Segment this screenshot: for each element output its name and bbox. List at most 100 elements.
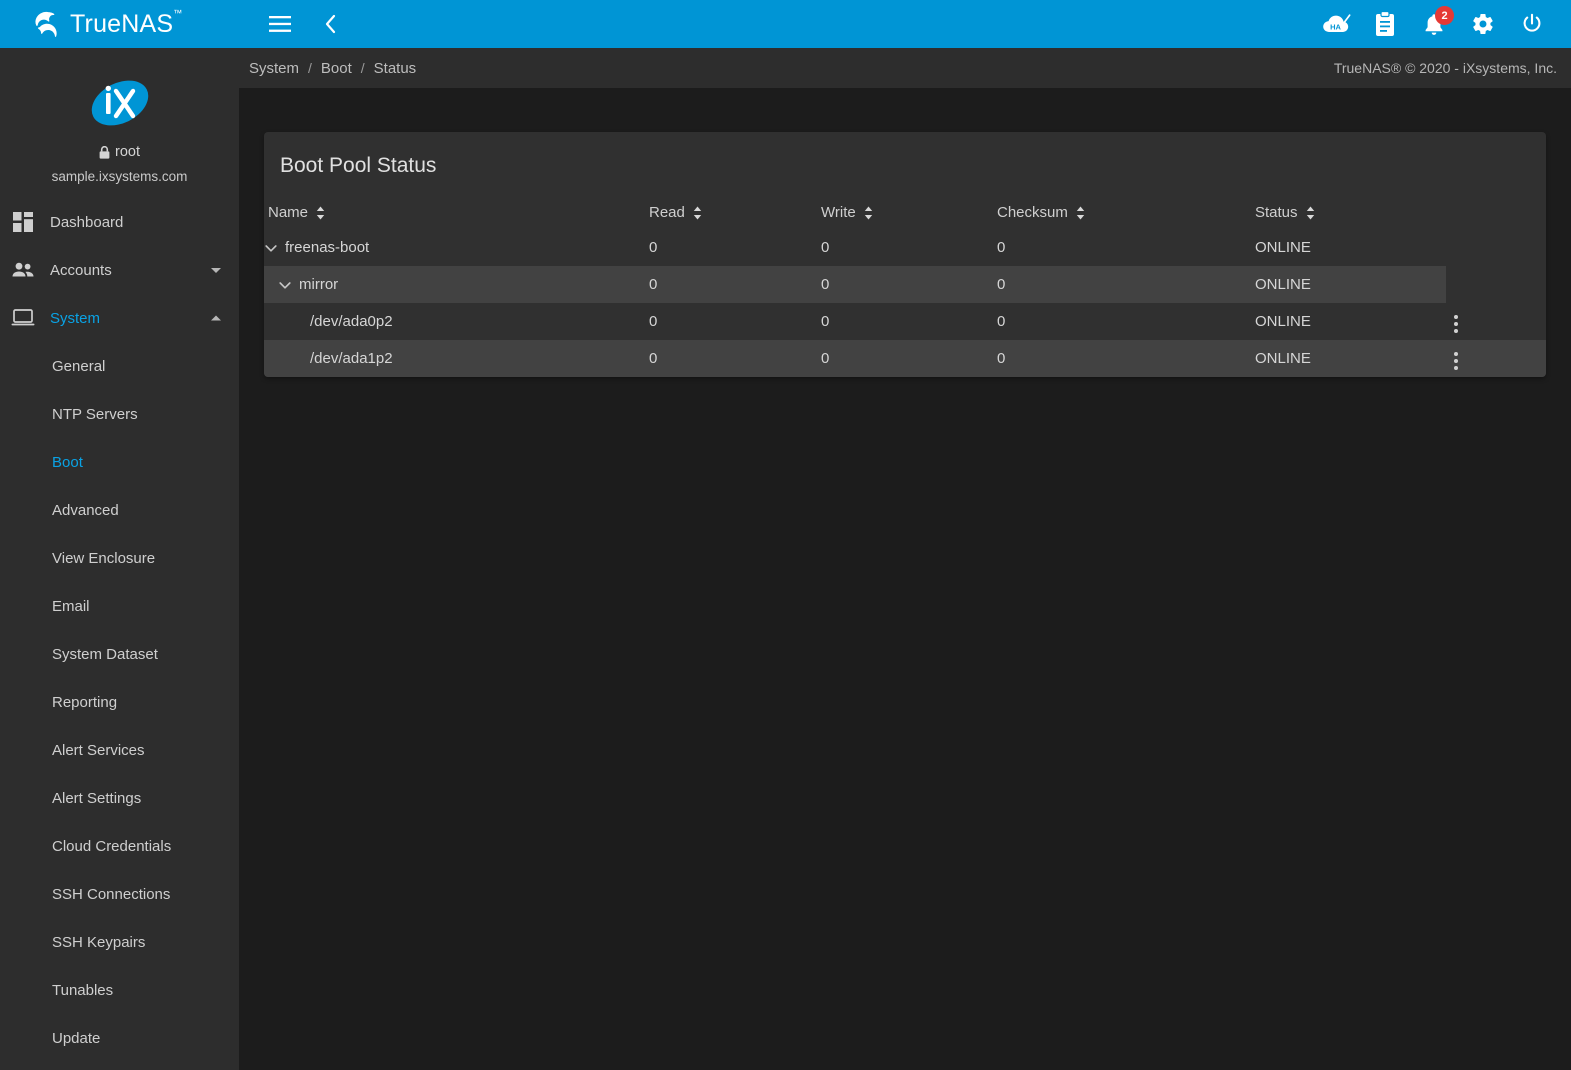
row-actions-menu-icon[interactable] [1446, 311, 1466, 337]
cell-actions [1446, 340, 1546, 377]
cell-actions [1446, 303, 1546, 340]
sidebar-item-ssh-connections[interactable]: SSH Connections [0, 870, 239, 918]
boot-pool-status-card: Boot Pool Status Name [264, 132, 1546, 377]
notifications-button[interactable]: 2 [1417, 7, 1451, 41]
sidebar-item-ssh-connections-label: SSH Connections [52, 886, 170, 903]
cell-name: freenas-boot [264, 229, 649, 266]
boot-pool-status-table: Name Read [264, 198, 1546, 377]
sidebar-item-dashboard[interactable]: Dashboard [0, 198, 239, 246]
truenas-wave-logo-icon [30, 9, 60, 39]
clipboard-tasks-icon[interactable] [1368, 7, 1402, 41]
ha-cloud-status-icon[interactable]: HA [1319, 7, 1353, 41]
cell-checksum: 0 [997, 229, 1255, 266]
sidebar-item-ntp-servers[interactable]: NTP Servers [0, 390, 239, 438]
column-header-name-label: Name [268, 204, 308, 221]
column-header-actions [1446, 198, 1546, 229]
name-cell: /dev/ada0p2 [264, 313, 649, 330]
cell-write: 0 [821, 340, 997, 377]
sidebar-item-alert-settings[interactable]: Alert Settings [0, 774, 239, 822]
breadcrumb-separator: / [361, 60, 365, 76]
column-header-name[interactable]: Name [264, 198, 649, 229]
status-badge: ONLINE [1255, 303, 1446, 340]
dashboard-grid-icon [10, 212, 36, 232]
cell-read: 0 [649, 340, 821, 377]
sort-arrows-icon [316, 206, 325, 220]
sidebar-item-reporting-label: Reporting [52, 694, 117, 711]
chevron-down-icon[interactable] [278, 278, 292, 292]
laptop-icon [10, 309, 36, 327]
breadcrumb-bar: System / Boot / Status TrueNAS® © 2020 -… [239, 48, 1571, 88]
sidebar-item-cloud-credentials[interactable]: Cloud Credentials [0, 822, 239, 870]
sort-arrows-icon [693, 206, 702, 220]
sidebar-item-tunables[interactable]: Tunables [0, 966, 239, 1014]
table-row[interactable]: /dev/ada1p2 0 0 0 ONLINE [264, 340, 1546, 377]
chevron-up-icon [209, 311, 223, 325]
sidebar-item-email[interactable]: Email [0, 582, 239, 630]
sidebar-hostname: sample.ixsystems.com [0, 169, 239, 184]
row-actions-menu-icon[interactable] [1446, 348, 1466, 374]
column-header-write[interactable]: Write [821, 198, 997, 229]
row-name-label: /dev/ada0p2 [310, 313, 393, 330]
sidebar-item-email-label: Email [52, 598, 90, 615]
breadcrumb-item-status: Status [374, 60, 417, 77]
app-body: root sample.ixsystems.com Dashboard Acco… [0, 48, 1571, 1070]
top-bar: TrueNAS™ HA [0, 0, 1571, 48]
gear-settings-icon[interactable] [1466, 7, 1500, 41]
status-badge: ONLINE [1255, 229, 1446, 266]
table-row[interactable]: freenas-boot 0 0 0 ONLINE [264, 229, 1546, 266]
brand-logo-area[interactable]: TrueNAS™ [0, 0, 239, 48]
sidebar-item-system-label: System [50, 310, 195, 327]
breadcrumb: System / Boot / Status [249, 60, 416, 77]
brand-name-text: TrueNAS [70, 10, 173, 38]
sidebar-item-alert-services-label: Alert Services [52, 742, 145, 759]
column-header-read[interactable]: Read [649, 198, 821, 229]
sidebar-item-general-label: General [52, 358, 105, 375]
cell-actions [1446, 266, 1546, 303]
sidebar-item-update[interactable]: Update [0, 1014, 239, 1062]
sidebar-item-alert-services[interactable]: Alert Services [0, 726, 239, 774]
sidebar-item-boot[interactable]: Boot [0, 438, 239, 486]
sidebar-item-view-enclosure-label: View Enclosure [52, 550, 155, 567]
cell-read: 0 [649, 229, 821, 266]
sidebar-item-general[interactable]: General [0, 342, 239, 390]
status-badge: ONLINE [1255, 266, 1446, 303]
chevron-down-icon [209, 263, 223, 277]
sidebar-item-boot-label: Boot [52, 454, 83, 471]
sort-arrows-icon [1076, 206, 1085, 220]
hamburger-menu-icon[interactable] [263, 7, 297, 41]
notification-bell-icon: 2 [1423, 12, 1445, 36]
column-header-status-label: Status [1255, 204, 1298, 221]
breadcrumb-item-system[interactable]: System [249, 60, 299, 77]
sidebar-item-dashboard-label: Dashboard [50, 214, 223, 231]
cell-read: 0 [649, 303, 821, 340]
copyright-text: TrueNAS® © 2020 - iXsystems, Inc. [1334, 60, 1557, 76]
sidebar-item-view-enclosure[interactable]: View Enclosure [0, 534, 239, 582]
table-row[interactable]: /dev/ada0p2 0 0 0 ONLINE [264, 303, 1546, 340]
table-row[interactable]: mirror 0 0 0 ONLINE [264, 266, 1546, 303]
column-header-status[interactable]: Status [1255, 198, 1446, 229]
sidebar-item-system-dataset[interactable]: System Dataset [0, 630, 239, 678]
chevron-down-icon[interactable] [264, 241, 278, 255]
cell-name: /dev/ada1p2 [264, 340, 649, 377]
sidebar-item-ssh-keypairs-label: SSH Keypairs [52, 934, 145, 951]
sidebar-item-system[interactable]: System [0, 294, 239, 342]
column-header-checksum[interactable]: Checksum [997, 198, 1255, 229]
column-header-write-label: Write [821, 204, 856, 221]
page-content: Boot Pool Status Name [239, 88, 1571, 1070]
power-button-icon[interactable] [1515, 7, 1549, 41]
breadcrumb-item-boot[interactable]: Boot [321, 60, 352, 77]
lock-icon [99, 146, 110, 159]
table-header: Name Read [264, 198, 1546, 229]
notification-badge-count: 2 [1435, 6, 1454, 25]
sidebar-item-advanced[interactable]: Advanced [0, 486, 239, 534]
people-icon [10, 262, 36, 278]
chevron-left-icon[interactable] [313, 7, 347, 41]
row-name-label: mirror [299, 276, 338, 293]
sidebar-item-ssh-keypairs[interactable]: SSH Keypairs [0, 918, 239, 966]
sidebar-username: root [0, 144, 239, 160]
cell-checksum: 0 [997, 266, 1255, 303]
sidebar-item-reporting[interactable]: Reporting [0, 678, 239, 726]
sidebar-item-accounts[interactable]: Accounts [0, 246, 239, 294]
ix-systems-logo [89, 72, 151, 134]
sort-arrows-icon [864, 206, 873, 220]
